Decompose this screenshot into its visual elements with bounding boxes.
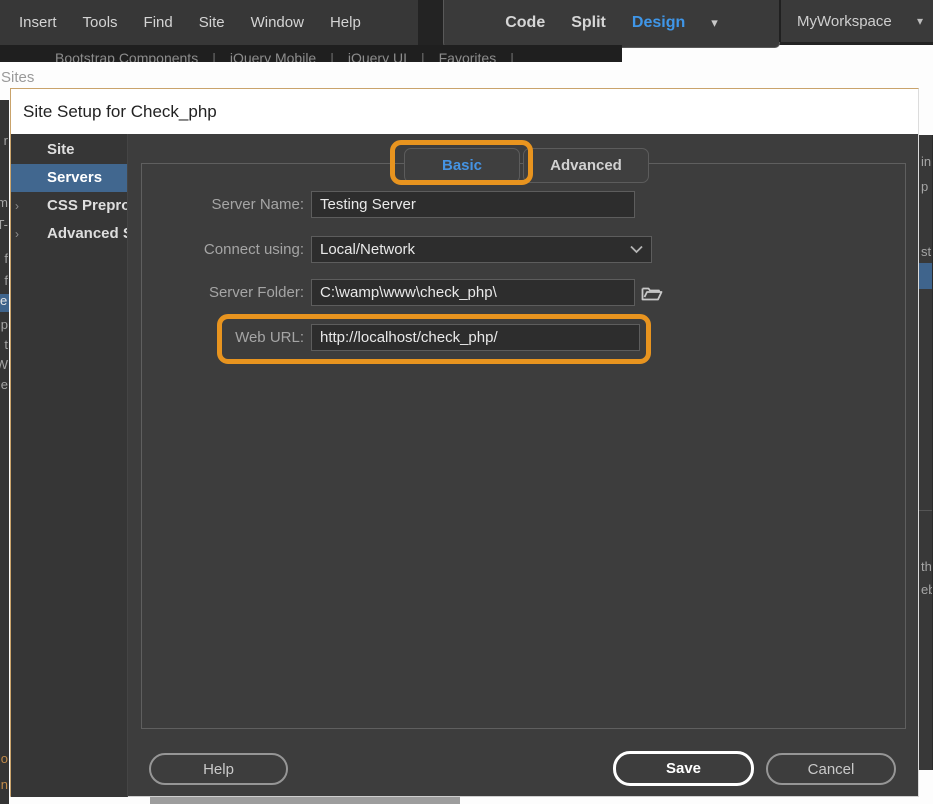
sites-panel-label: Sites — [1, 69, 35, 86]
tab-advanced[interactable]: Advanced — [523, 148, 649, 183]
menu-tools[interactable]: Tools — [70, 0, 131, 45]
edge-text-fragment: p — [0, 317, 8, 332]
edge-text-fragment: t — [4, 337, 8, 352]
background-right-edge: in p st th eb — [919, 135, 933, 770]
web-url-label: Web URL: — [235, 329, 304, 346]
edge-text-fragment: e — [0, 294, 9, 312]
app-top-bar: Insert Tools Find Site Window Help Code … — [0, 0, 933, 48]
tab-separator: | — [510, 50, 514, 62]
dialog-sidebar: Site Servers › CSS Preprocessors › Advan… — [11, 134, 128, 797]
sidebar-item-label: Site — [47, 141, 75, 158]
edge-text-fragment: th — [921, 559, 932, 574]
edge-text-fragment: eb — [921, 582, 932, 597]
dialog-title: Site Setup for Check_php — [11, 89, 918, 134]
edge-text-fragment: in — [921, 154, 932, 169]
tab-separator: | — [212, 50, 216, 62]
sidebar-item-servers[interactable]: Servers — [11, 164, 127, 192]
server-name-input[interactable] — [311, 191, 635, 218]
cancel-button[interactable]: Cancel — [766, 753, 896, 785]
workspace-switcher[interactable]: MyWorkspace ▾ — [779, 0, 933, 42]
chevron-right-icon: › — [15, 199, 19, 213]
menu-site[interactable]: Site — [186, 0, 238, 45]
workspace-label: MyWorkspace — [797, 12, 892, 30]
menu-insert[interactable]: Insert — [6, 0, 70, 45]
web-url-input[interactable] — [311, 324, 640, 351]
tab-basic[interactable]: Basic — [404, 148, 520, 183]
folder-icon — [641, 287, 663, 300]
server-name-label: Server Name: — [211, 196, 304, 213]
save-button[interactable]: Save — [613, 751, 754, 786]
sidebar-item-label: Servers — [47, 169, 103, 186]
browse-folder-button[interactable] — [640, 282, 664, 303]
edge-text-fragment: e — [0, 377, 8, 392]
edge-text-fragment: p — [921, 179, 929, 194]
design-view-button[interactable]: Design — [632, 14, 685, 32]
edge-text-fragment: f — [4, 251, 8, 266]
edge-text-fragment: n — [0, 777, 8, 792]
tab-bootstrap-components: Bootstrap Components — [55, 50, 199, 62]
chevron-down-icon — [630, 245, 643, 254]
workspace-caret-icon: ▾ — [916, 14, 923, 28]
edge-text-fragment: W — [0, 357, 8, 372]
sidebar-item-css-preprocessors[interactable]: › CSS Preprocessors — [11, 192, 127, 220]
tab-jquery-mobile: jQuery Mobile — [229, 50, 317, 62]
sidebar-item-site[interactable]: Site — [11, 136, 127, 164]
tab-jquery-ui: jQuery UI — [347, 50, 407, 62]
sidebar-item-label: Advanced Settings — [47, 225, 127, 242]
menu-find[interactable]: Find — [131, 0, 186, 45]
site-setup-dialog: Site Setup for Check_php Site Servers › … — [10, 88, 919, 797]
background-bottom-fragment — [150, 797, 460, 804]
background-left-edge: r m T- f f e p t W e o n — [0, 100, 9, 804]
background-selected-row — [919, 263, 932, 289]
connect-using-label: Connect using: — [203, 241, 304, 258]
server-folder-label: Server Folder: — [208, 284, 304, 301]
tab-favorites: Favorites — [438, 50, 497, 62]
split-view-button[interactable]: Split — [571, 14, 606, 32]
code-view-button[interactable]: Code — [505, 14, 545, 32]
edge-text-fragment: st — [921, 244, 932, 259]
tab-separator: | — [420, 50, 425, 62]
server-folder-input[interactable] — [311, 279, 635, 306]
menu-bar: Insert Tools Find Site Window Help — [0, 0, 418, 45]
connect-using-select[interactable]: Local/Network — [311, 236, 652, 263]
menu-help[interactable]: Help — [317, 0, 374, 45]
view-switcher: Code Split Design ▾ — [443, 0, 780, 48]
edge-text-fragment: T- — [0, 217, 8, 232]
tab-separator: | — [330, 50, 334, 62]
edge-text-fragment: r — [3, 133, 8, 148]
edge-text-fragment: o — [0, 751, 8, 766]
connect-using-value: Local/Network — [320, 241, 416, 258]
sidebar-item-label: CSS Preprocessors — [47, 197, 127, 214]
edge-text-fragment: m — [0, 195, 8, 210]
view-dropdown-caret-icon[interactable]: ▾ — [711, 15, 718, 31]
sidebar-item-advanced-settings[interactable]: › Advanced Settings — [11, 220, 127, 248]
insert-panel-tabstrip: Bootstrap Components | jQuery Mobile | j… — [0, 45, 622, 62]
background-divider — [919, 510, 932, 511]
help-button[interactable]: Help — [149, 753, 288, 785]
menu-window[interactable]: Window — [238, 0, 317, 45]
chevron-right-icon: › — [15, 227, 19, 241]
edge-text-fragment: f — [4, 273, 8, 288]
